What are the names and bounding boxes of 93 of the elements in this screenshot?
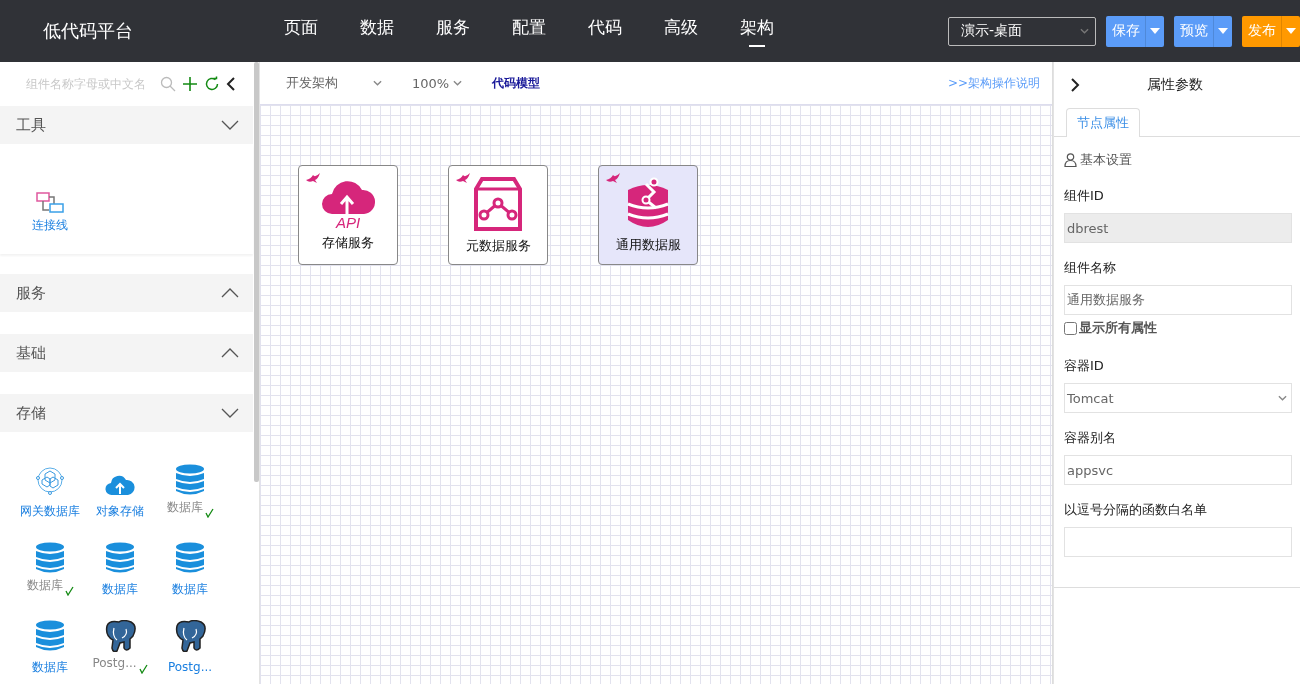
item-label: 数据库 [32, 660, 68, 674]
chevron-down-icon [453, 80, 463, 86]
field-label: 组件ID [1064, 187, 1105, 205]
check-icon [138, 664, 148, 674]
code-model-button[interactable]: 代码模型 [492, 74, 541, 92]
palette-item[interactable]: 网关数据库 [15, 462, 85, 518]
database-icon [105, 542, 135, 574]
group-header[interactable]: 存储 [0, 394, 253, 432]
chevron-down-icon [1080, 28, 1089, 34]
database-icon [35, 620, 65, 652]
item-label: Postg... [92, 656, 137, 670]
item-label: 对象存储 [96, 504, 144, 518]
chevron-right-icon[interactable] [1070, 78, 1080, 92]
check-icon [64, 586, 74, 596]
cloud-upload-icon [105, 474, 135, 496]
node-label: 通用数据服 [615, 236, 681, 254]
checkbox-label: 显示所有属性 [1079, 319, 1157, 337]
elephant-icon [173, 620, 207, 652]
node-label: 存储服务 [322, 234, 374, 252]
service-node[interactable]: API 存储服务 [298, 165, 398, 265]
group-header[interactable]: 服务 [0, 274, 253, 312]
check-icon [204, 508, 214, 518]
group-header[interactable]: 工具 [0, 106, 253, 144]
app-title: 低代码平台 [42, 19, 134, 43]
item-label: 数据库 [166, 500, 203, 514]
nav-tab[interactable]: 架构 [719, 15, 795, 47]
chevron-down-icon [221, 408, 239, 418]
palette-item[interactable]: 数据库 [15, 618, 85, 674]
palette-item[interactable]: 数据库 [155, 540, 225, 596]
nav-tab[interactable]: 页面 [263, 15, 339, 47]
palette-item[interactable]: Postg... [155, 618, 225, 674]
chevron-down-icon [1278, 395, 1287, 401]
bird-icon [605, 172, 621, 184]
database-icon [175, 542, 205, 574]
caret-icon [1286, 28, 1296, 34]
api-text: API [335, 214, 361, 230]
bird-icon [305, 172, 321, 184]
dropdown-button[interactable] [1281, 15, 1300, 47]
dropdown-button[interactable] [1213, 15, 1232, 47]
zoom-select[interactable]: 100% [412, 75, 463, 91]
cubes-icon [34, 464, 66, 496]
palette-item[interactable]: 数据库 [85, 540, 155, 596]
palette-item[interactable]: 数据库 [155, 462, 225, 518]
field-label: 容器别名 [1064, 429, 1117, 447]
field-label: 以逗号分隔的函数白名单 [1064, 501, 1208, 519]
chevron-left-icon[interactable] [226, 77, 236, 91]
chevron-up-icon [221, 288, 239, 298]
service-node[interactable]: 通用数据服 [598, 165, 698, 265]
dropdown-button[interactable] [1145, 15, 1164, 47]
panel-title: 属性参数 [1146, 76, 1204, 94]
tab[interactable]: 节点属性 [1066, 108, 1140, 137]
item-label: Postg... [167, 660, 213, 674]
nav-tab[interactable]: 配置 [491, 15, 567, 47]
service-node[interactable]: 元数据服务 [448, 165, 548, 265]
text-field[interactable] [1064, 527, 1292, 557]
section-title: 基本设置 [1080, 151, 1132, 169]
nav-tab[interactable]: 服务 [415, 15, 491, 47]
checkbox[interactable] [1064, 321, 1077, 335]
refresh-icon[interactable] [204, 76, 220, 92]
item-label: 网关数据库 [20, 504, 80, 518]
user-icon [1064, 153, 1077, 167]
select-field[interactable]: Tomcat [1064, 383, 1292, 413]
field-label: 组件名称 [1064, 259, 1117, 277]
palette-item[interactable]: 对象存储 [85, 462, 155, 518]
text-field[interactable]: 通用数据服务 [1064, 285, 1292, 315]
nav-tab[interactable]: 高级 [643, 15, 719, 47]
group-header[interactable]: 基础 [0, 334, 253, 372]
bird-icon [455, 172, 471, 184]
caret-icon [1150, 28, 1160, 34]
add-icon[interactable] [182, 76, 198, 92]
palette-item[interactable]: 连接线 [15, 180, 85, 232]
item-label: 连接线 [32, 218, 68, 232]
database-icon [175, 464, 205, 496]
palette-item[interactable]: 数据库 [15, 540, 85, 596]
nav-tab[interactable]: 代码 [567, 15, 643, 47]
caret-icon [1218, 28, 1228, 34]
node-label: 元数据服务 [465, 237, 531, 255]
item-label: 数据库 [172, 582, 208, 596]
field-label: 容器ID [1064, 357, 1105, 375]
elephant-icon [103, 620, 137, 652]
chevron-down-icon [373, 80, 382, 86]
text-field[interactable]: appsvc [1064, 455, 1292, 485]
item-label: 数据库 [102, 582, 138, 596]
view-select[interactable]: 开发架构 [286, 74, 382, 92]
database-icon [35, 542, 65, 574]
item-label: 数据库 [26, 578, 63, 592]
scrollbar[interactable] [254, 62, 259, 482]
chevron-up-icon [221, 348, 239, 358]
palette-item[interactable]: Postg... [85, 618, 155, 674]
connector-icon [36, 192, 64, 214]
chevron-down-icon [221, 120, 239, 130]
nav-tab[interactable]: 数据 [339, 15, 415, 47]
app-select[interactable]: 演示-桌面 [948, 16, 1096, 46]
